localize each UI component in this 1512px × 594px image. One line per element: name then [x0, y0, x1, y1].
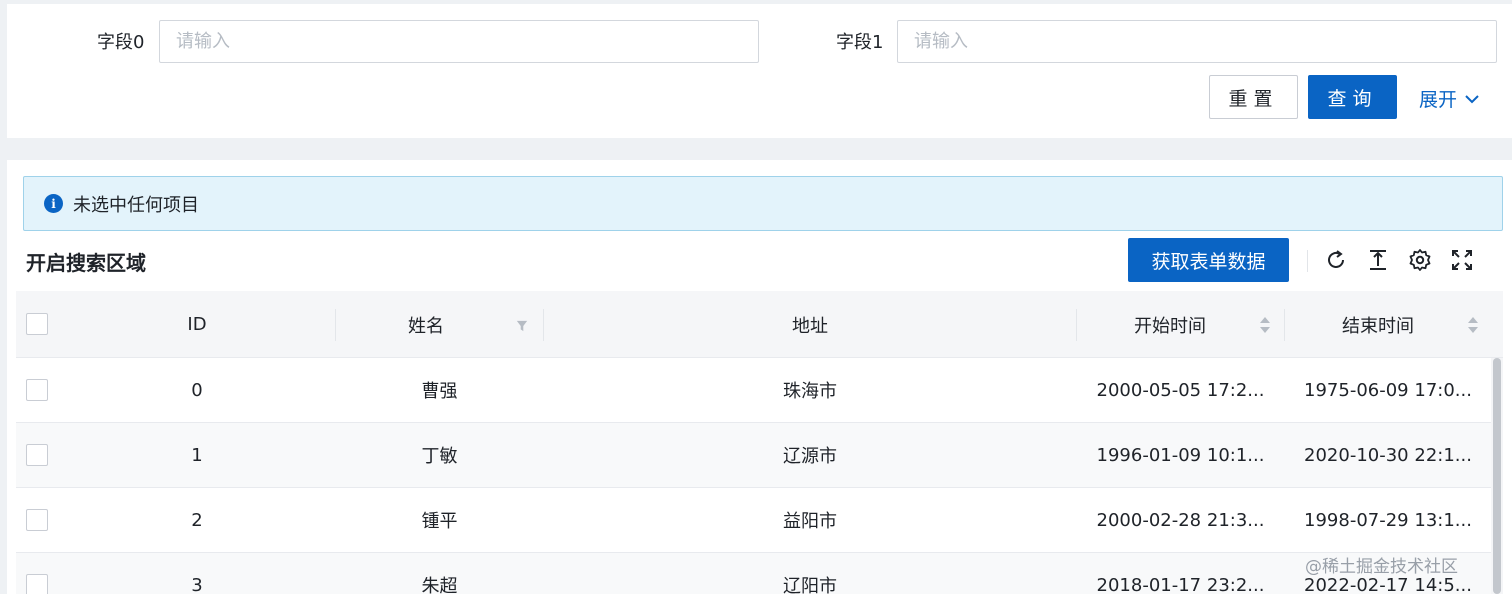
- sort-icon[interactable]: [1467, 315, 1479, 335]
- chevron-down-icon: [1465, 94, 1479, 103]
- cell-end-time: 1998-07-29 13:1...: [1304, 509, 1472, 531]
- cell-id: 3: [191, 574, 203, 594]
- cell-address: 辽阳市: [783, 576, 837, 594]
- row-checkbox[interactable]: [26, 379, 48, 401]
- table-panel: i 未选中任何项目 开启搜索区域 获取表单数据 ID 姓名 地址 开始时间 结束…: [7, 160, 1512, 594]
- column-header-address: 地址: [792, 315, 828, 337]
- cell-start-time: 1996-01-09 10:1...: [1096, 444, 1265, 466]
- table-row[interactable]: 3 朱超 辽阳市 2018-01-17 23:2... 2022-02-17 1…: [16, 553, 1491, 594]
- table-row[interactable]: 0 曹强 珠海市 2000-05-05 17:2... 1975-06-09 1…: [16, 358, 1491, 423]
- select-all-checkbox[interactable]: [26, 313, 48, 335]
- filter-icon[interactable]: [516, 316, 528, 336]
- field0-input[interactable]: [159, 20, 759, 63]
- cell-id: 2: [191, 509, 203, 531]
- cell-address: 辽源市: [783, 446, 837, 467]
- search-panel: 字段0 字段1 重置 查询 展开: [7, 4, 1512, 138]
- field0-label: 字段0: [97, 32, 145, 53]
- settings-icon[interactable]: [1406, 246, 1434, 274]
- table-title: 开启搜索区域: [26, 251, 146, 275]
- cell-name: 朱超: [421, 576, 458, 594]
- cell-id: 0: [191, 379, 203, 401]
- cell-name: 丁敏: [421, 446, 458, 467]
- cell-address: 益阳市: [783, 511, 837, 532]
- selection-alert: i 未选中任何项目: [23, 176, 1503, 231]
- column-header-end-time[interactable]: 结束时间: [1285, 291, 1471, 358]
- column-header-id: ID: [187, 314, 207, 335]
- cell-start-time: 2000-05-05 17:2...: [1096, 379, 1265, 401]
- cell-name: 锺平: [421, 511, 458, 532]
- row-checkbox[interactable]: [26, 509, 48, 531]
- table-row[interactable]: 2 锺平 益阳市 2000-02-28 21:3... 1998-07-29 1…: [16, 488, 1491, 553]
- fetch-form-data-button[interactable]: 获取表单数据: [1128, 238, 1289, 282]
- refresh-icon[interactable]: [1322, 246, 1350, 274]
- row-checkbox[interactable]: [26, 444, 48, 466]
- alert-text: 未选中任何项目: [73, 194, 199, 216]
- column-header-start-time[interactable]: 开始时间: [1077, 291, 1263, 358]
- reset-button[interactable]: 重置: [1209, 75, 1298, 119]
- cell-end-time: 1975-06-09 17:0...: [1304, 379, 1472, 401]
- table-scrollbar[interactable]: [1491, 358, 1503, 594]
- cell-start-time: 2000-02-28 21:3...: [1096, 509, 1265, 531]
- field1-label: 字段1: [836, 32, 884, 53]
- query-button[interactable]: 查询: [1308, 75, 1397, 119]
- column-height-icon[interactable]: [1364, 246, 1392, 274]
- scrollbar-thumb[interactable]: [1493, 358, 1501, 594]
- watermark: @稀土掘金技术社区: [1305, 557, 1458, 577]
- expand-label: 展开: [1419, 89, 1458, 111]
- row-checkbox[interactable]: [26, 574, 48, 594]
- toolbar-divider: [1307, 250, 1308, 272]
- table-header: ID 姓名 地址 开始时间 结束时间: [16, 291, 1503, 358]
- table-row[interactable]: 1 丁敏 辽源市 1996-01-09 10:1... 2020-10-30 2…: [16, 423, 1491, 488]
- cell-address: 珠海市: [783, 381, 837, 402]
- cell-end-time: 2020-10-30 22:1...: [1304, 444, 1472, 466]
- cell-name: 曹强: [421, 381, 458, 402]
- fullscreen-icon[interactable]: [1448, 246, 1476, 274]
- cell-start-time: 2018-01-17 23:2...: [1096, 574, 1265, 594]
- cell-id: 1: [191, 444, 203, 466]
- column-header-name[interactable]: 姓名: [336, 291, 516, 358]
- sort-icon[interactable]: [1259, 315, 1271, 335]
- info-icon: i: [44, 194, 63, 213]
- data-table: ID 姓名 地址 开始时间 结束时间 0 曹强 珠海市 2000-05-05 1…: [16, 291, 1503, 594]
- field1-input[interactable]: [897, 20, 1497, 63]
- expand-link[interactable]: 展开: [1419, 85, 1479, 112]
